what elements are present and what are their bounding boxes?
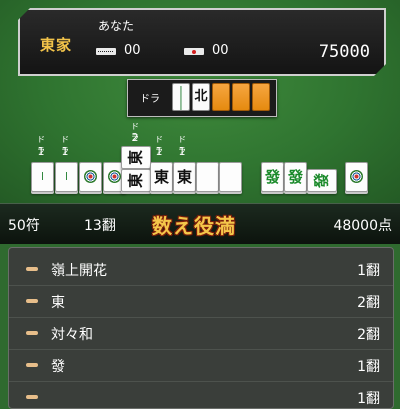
yaku-name: 対々和 (51, 327, 93, 343)
kan-tile-white (219, 162, 242, 192)
dora-tile-hidden (232, 83, 250, 111)
bullet-icon (26, 363, 38, 367)
dora-count: 2 (131, 131, 139, 144)
yaku-han: 1翻 (357, 263, 380, 279)
result-summary-bar: 50符 13翻 数え役満 48000点 (0, 203, 400, 244)
meld-tile-hatsu: 發 (284, 162, 307, 192)
kan-tile-east: 東 (173, 162, 196, 192)
yaku-han: 2翻 (357, 327, 380, 343)
dora-count: 1 (178, 145, 186, 158)
kan-tile-east: 東 (150, 162, 173, 192)
yaku-han: 1翻 (357, 359, 380, 375)
points-value: 48000点 (333, 218, 392, 234)
yaku-row: 東 2翻 (9, 285, 393, 318)
kan-tile-east-sideways: 東 (121, 146, 151, 169)
kan-tile-white (196, 162, 219, 192)
player-name: あなた (98, 19, 135, 33)
yaku-name: 發 (51, 359, 65, 375)
dora-label: ドラ (140, 94, 160, 105)
dora-count: 1 (155, 145, 163, 158)
riichi-stick-icon (184, 48, 204, 55)
hand-tile-3-pin[interactable] (79, 162, 102, 192)
bullet-icon (26, 395, 38, 399)
honba-count: 00 (124, 43, 141, 58)
yaku-row: 發 1翻 (9, 349, 393, 382)
yaku-row: 嶺上開花 1翻 (9, 253, 393, 286)
dora-indicator-bar: ドラ | | | 北 (127, 79, 277, 117)
yaku-row: 1翻 (9, 381, 393, 408)
yaku-han: 1翻 (357, 391, 380, 407)
limit-hand-title: 数え役満 (152, 214, 236, 238)
dora-count: 1 (37, 145, 45, 158)
fu-value: 50符 (8, 218, 40, 234)
han-value: 13翻 (84, 218, 116, 234)
dora-count: 1 (61, 145, 69, 158)
dora-tile-3-sou: | | | (172, 83, 190, 111)
player-score: 75000 (318, 42, 370, 62)
meld-tile-hatsu-sideways: 發 (307, 169, 337, 192)
honba-stick-icon (96, 48, 116, 55)
seat-wind-label: 東家 (40, 36, 73, 54)
dora-tile-hidden (252, 83, 270, 111)
yaku-row: 対々和 2翻 (9, 317, 393, 350)
kan-tile-east-sideways: 東 (121, 169, 151, 192)
dora-tile-hidden (212, 83, 230, 111)
bullet-icon (26, 267, 38, 271)
riichi-count: 00 (212, 43, 229, 58)
bullet-icon (26, 331, 38, 335)
meld-tile-hatsu: 發 (261, 162, 284, 192)
hand-tile-3-sou[interactable]: ||| (31, 162, 54, 192)
yaku-list[interactable]: 嶺上開花 1翻 東 2翻 対々和 2翻 發 1翻 1翻 (8, 247, 394, 409)
yaku-name: 嶺上開花 (51, 263, 107, 279)
dora-tile-north: 北 (192, 83, 210, 111)
bullet-icon (26, 299, 38, 303)
hand-tile-3-sou[interactable]: ||| (55, 162, 78, 192)
yaku-name: 東 (51, 295, 65, 311)
yaku-han: 2翻 (357, 295, 380, 311)
winning-tile-3-pin[interactable] (345, 162, 368, 192)
player-panel: 東家 あなた 00 00 75000 (18, 8, 386, 76)
